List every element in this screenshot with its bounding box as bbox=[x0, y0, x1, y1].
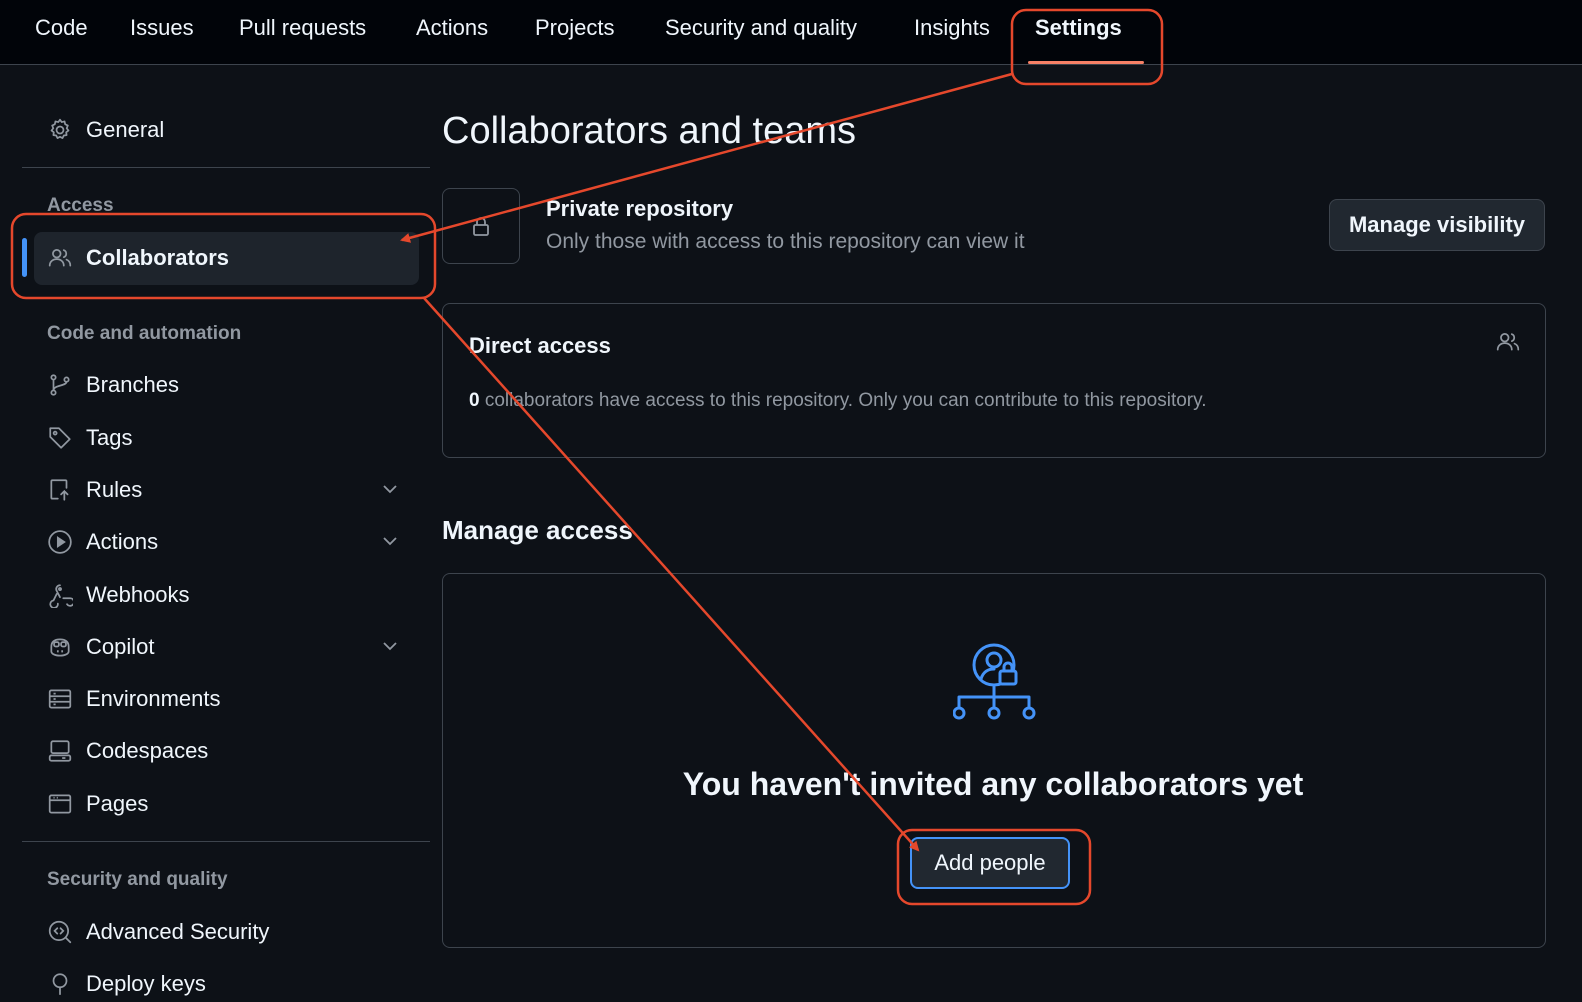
sidebar-heading-access: Access bbox=[47, 195, 114, 216]
gear-icon bbox=[47, 117, 73, 143]
lock-icon bbox=[469, 214, 493, 238]
sidebar-item-tags[interactable]: Tags bbox=[47, 420, 132, 456]
direct-access-box bbox=[442, 303, 1546, 458]
sidebar-heading-security-and-quality: Security and quality bbox=[47, 869, 228, 890]
sidebar-item-rules[interactable]: Rules bbox=[47, 472, 142, 508]
webhook-icon bbox=[47, 582, 73, 608]
sidebar-item-label: Rules bbox=[86, 477, 143, 502]
play-icon bbox=[47, 529, 73, 555]
sidebar-item-label: Tags bbox=[86, 425, 133, 450]
tab-pull-requests[interactable]: Pull requests bbox=[239, 15, 366, 41]
sidebar-item-branches[interactable]: Branches bbox=[47, 367, 179, 403]
collaborator-count: 0 bbox=[469, 390, 480, 411]
manage-access-box bbox=[442, 573, 1546, 948]
sidebar-item-environments[interactable]: Environments bbox=[47, 681, 221, 717]
person-lock-icon bbox=[953, 643, 1039, 723]
server-icon bbox=[47, 686, 73, 712]
copilot-icon bbox=[47, 634, 73, 660]
direct-access-text: collaborators have access to this reposi… bbox=[479, 390, 1207, 411]
sidebar-divider bbox=[22, 841, 430, 842]
git-branch-icon bbox=[47, 372, 73, 398]
chevron-down-icon[interactable] bbox=[380, 479, 400, 499]
key-icon bbox=[47, 971, 73, 997]
sidebar-heading-code-and-automation: Code and automation bbox=[47, 323, 242, 344]
sidebar-item-collaborators[interactable]: Collaborators bbox=[47, 240, 229, 276]
sidebar-item-deploy-keys[interactable]: Deploy keys bbox=[47, 966, 206, 1002]
manage-access-title: Manage access bbox=[442, 515, 633, 545]
active-tab-underline bbox=[1028, 61, 1144, 64]
rules-icon bbox=[47, 477, 73, 503]
sidebar-divider bbox=[22, 167, 430, 168]
sidebar-item-label: Pages bbox=[86, 791, 149, 816]
page-title: Collaborators and teams bbox=[442, 110, 856, 152]
tab-issues[interactable]: Issues bbox=[130, 15, 194, 41]
visibility-title: Private repository bbox=[546, 196, 734, 221]
sidebar-item-label: Copilot bbox=[86, 634, 155, 659]
people-icon bbox=[47, 245, 73, 271]
sidebar-item-advanced-security[interactable]: Advanced Security bbox=[47, 914, 269, 950]
sidebar-item-codespaces[interactable]: Codespaces bbox=[47, 733, 208, 769]
sidebar-item-actions[interactable]: Actions bbox=[47, 524, 158, 560]
add-people-button[interactable]: Add people bbox=[910, 837, 1070, 889]
sidebar-item-label: General bbox=[86, 117, 165, 142]
visibility-description: Only those with access to this repositor… bbox=[546, 230, 1025, 253]
browser-icon bbox=[47, 791, 73, 817]
sidebar-selected-indicator bbox=[22, 238, 27, 277]
sidebar-item-label: Actions bbox=[86, 529, 159, 554]
empty-state-message: You haven't invited any collaborators ye… bbox=[682, 766, 1304, 802]
sidebar-item-label: Branches bbox=[86, 372, 179, 397]
tab-settings[interactable]: Settings bbox=[1035, 15, 1122, 41]
tab-code[interactable]: Code bbox=[35, 15, 88, 41]
tab-projects[interactable]: Projects bbox=[535, 15, 614, 41]
visibility-icon-box bbox=[442, 188, 520, 264]
sidebar-item-pages[interactable]: Pages bbox=[47, 786, 148, 822]
tab-security-and-quality[interactable]: Security and quality bbox=[665, 15, 857, 41]
sidebar-item-general[interactable]: General bbox=[47, 112, 164, 148]
repo-nav: Code Issues Pull requests Actions Projec… bbox=[0, 0, 1582, 65]
chevron-down-icon[interactable] bbox=[380, 531, 400, 551]
sidebar-item-label: Collaborators bbox=[86, 245, 230, 270]
sidebar-item-label: Deploy keys bbox=[86, 971, 206, 996]
sidebar-item-label: Advanced Security bbox=[86, 919, 270, 944]
tab-actions[interactable]: Actions bbox=[416, 15, 488, 41]
people-icon bbox=[1495, 329, 1521, 355]
codescan-icon bbox=[47, 919, 73, 945]
tag-icon bbox=[47, 425, 73, 451]
sidebar-item-label: Environments bbox=[86, 686, 221, 711]
chevron-down-icon[interactable] bbox=[380, 636, 400, 656]
direct-access-title: Direct access bbox=[469, 333, 611, 358]
sidebar-item-copilot[interactable]: Copilot bbox=[47, 629, 154, 665]
manage-visibility-button[interactable]: Manage visibility bbox=[1329, 199, 1545, 251]
sidebar-item-webhooks[interactable]: Webhooks bbox=[47, 577, 190, 613]
direct-access-description: 0 collaborators have access to this repo… bbox=[469, 390, 1207, 412]
tab-insights[interactable]: Insights bbox=[914, 15, 990, 41]
codespaces-icon bbox=[47, 738, 73, 764]
sidebar-item-label: Codespaces bbox=[86, 738, 209, 763]
sidebar-item-label: Webhooks bbox=[86, 582, 190, 607]
